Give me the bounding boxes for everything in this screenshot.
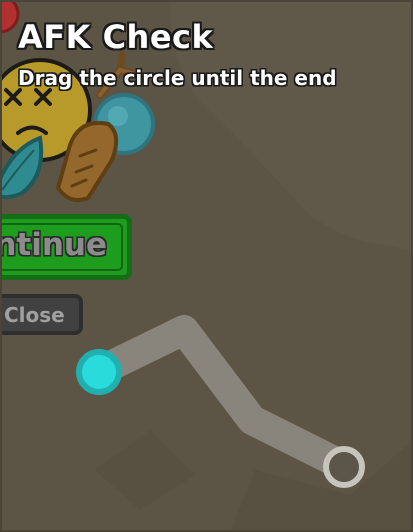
drag-circle-handle[interactable] bbox=[76, 349, 122, 395]
red-ball-icon bbox=[0, 0, 20, 34]
page-title: AFK Check bbox=[18, 18, 214, 56]
drag-end-target bbox=[323, 446, 365, 488]
game-viewport: AFK Check Drag the circle until the end … bbox=[0, 0, 413, 532]
continue-button-label: ntinue bbox=[0, 227, 107, 263]
close-button-label: Close bbox=[4, 303, 65, 327]
continue-button[interactable]: ntinue bbox=[0, 214, 132, 280]
instruction-text: Drag the circle until the end bbox=[18, 66, 337, 90]
close-button[interactable]: Close bbox=[0, 294, 83, 335]
